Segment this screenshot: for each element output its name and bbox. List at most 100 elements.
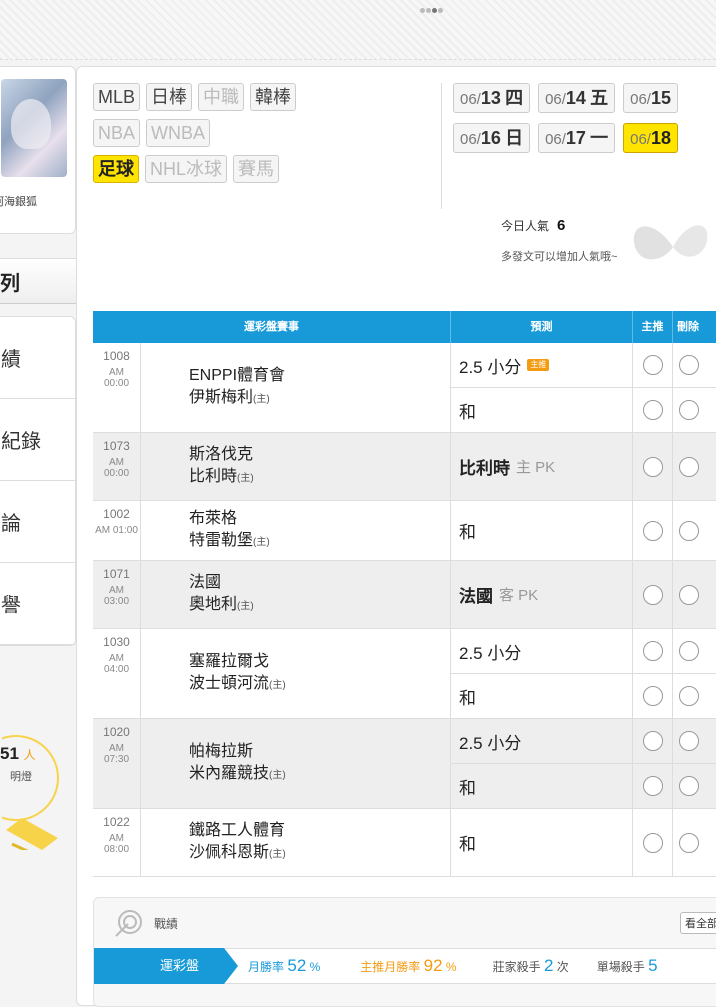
date-button[interactable]: 06/16 日 (453, 123, 531, 153)
date-button[interactable]: 06/17 一 (538, 123, 616, 153)
table-row: 1022 AM 08:00 鐵路工人體育 沙佩科恩斯(主) 和 (93, 809, 716, 877)
sidebar-item-2[interactable]: 紀錄 (0, 399, 75, 481)
date-selector: 06/13 四 06/14 五 06/15 06/16 日 06/17 一 06/18 (453, 83, 716, 163)
main-pick-radio[interactable] (642, 832, 663, 853)
prediction-text: 2.5 小分 (451, 719, 633, 763)
month-win-rate: 月勝率 52 % (248, 956, 321, 975)
stats-tab-lottery[interactable]: 運彩盤 (94, 948, 238, 984)
sport-row: 足球 NHL冰球 賽馬 (93, 155, 443, 183)
game-time: 1002 AM 01:00 (93, 501, 141, 560)
sport-button[interactable]: 足球 (93, 155, 139, 183)
header-event: 運彩盤賽事 (93, 311, 451, 343)
game-teams: 鐵路工人體育 沙佩科恩斯(主) (141, 809, 450, 876)
date-button[interactable]: 06/13 四 (453, 83, 531, 113)
delete-radio[interactable] (679, 456, 699, 477)
prediction-row: 和 (451, 674, 716, 718)
main-pick-radio[interactable] (642, 731, 663, 751)
team-away: 米內羅競技(主) (189, 764, 286, 782)
sport-button[interactable]: MLB (93, 83, 141, 111)
divider (441, 83, 442, 209)
game-teams: 帕梅拉斯 米內羅競技(主) (141, 719, 450, 808)
sport-button[interactable]: NHL冰球 (145, 155, 228, 183)
profile-card: 河海銀狐 (0, 66, 76, 234)
main-pick-radio[interactable] (642, 686, 663, 706)
date-row: 06/16 日 06/17 一 06/18 (453, 123, 716, 153)
prediction-text: 和 (451, 764, 633, 808)
team-home: 布萊格 (189, 509, 238, 527)
game-time: 1022 AM 08:00 (93, 809, 141, 876)
game-teams: 法國 奧地利(主) (141, 561, 450, 628)
sport-button[interactable]: NBA (93, 119, 141, 147)
popularity-box: 今日人氣 6 多發文可以增加人氣哦~ (501, 217, 617, 264)
main-pick-radio[interactable] (642, 355, 663, 375)
sidebar-menu: 績 紀錄 論 譽 (0, 316, 76, 646)
main-pick-radio[interactable] (642, 776, 663, 796)
delete-radio[interactable] (679, 400, 699, 420)
table-row: 1030 AM 04:00 塞羅拉爾戈 波士頓河流(主) 2.5 小分 和 (93, 629, 716, 719)
see-all-button[interactable]: 看全部 (680, 912, 716, 934)
team-away: 沙佩科恩斯(主) (189, 843, 286, 861)
prediction-text: 法國 客 PK (451, 561, 633, 628)
game-teams: 斯洛伐克 比利時(主) (141, 433, 450, 500)
table-row: 1073 AM 00:00 斯洛伐克 比利時(主) 比利時 主 PK (93, 433, 716, 501)
prediction-text: 和 (451, 501, 633, 560)
sport-button[interactable]: 韓棒 (250, 83, 297, 111)
sidebar-item-1[interactable]: 績 (0, 317, 75, 399)
sport-filter: MLB 日棒 中職 韓棒 NBA WNBA 足球 NHL冰球 賽馬 (93, 83, 443, 191)
delete-radio[interactable] (679, 686, 699, 706)
lamp-count: 51 人 (0, 744, 36, 763)
delete-radio[interactable] (679, 355, 699, 375)
main-pick-radio[interactable] (642, 456, 663, 477)
main-panel: MLB 日棒 中職 韓棒 NBA WNBA 足球 NHL冰球 賽馬 06/13 四 06/14 五… (76, 66, 716, 1007)
delete-radio[interactable] (679, 776, 699, 796)
header-delete: 刪除 (677, 321, 699, 333)
sport-row: MLB 日棒 中職 韓棒 (93, 83, 443, 111)
single-killer: 單場殺手 5 (596, 956, 658, 975)
top-decor-strip (0, 0, 716, 60)
stats-panel: 戰績 看全部 運彩盤 月勝率 52 % 主推月勝率 92 % 莊家殺手 2 次 … (93, 897, 716, 1007)
date-button[interactable]: 06/18 (623, 123, 679, 153)
lamp-text: 明燈 (10, 771, 32, 783)
date-button[interactable]: 06/14 五 (538, 83, 616, 113)
game-time: 1008 AM 00:00 (93, 343, 141, 432)
sport-button[interactable]: WNBA (146, 119, 211, 147)
delete-radio[interactable] (679, 520, 699, 541)
table-body: 1008 AM 00:00 ENPPI體育會 伊斯梅利(主) 2.5 小分 主推… (93, 343, 716, 877)
prediction-row: 法國 客 PK (451, 561, 716, 628)
game-teams: ENPPI體育會 伊斯梅利(主) (141, 343, 450, 432)
main-pick-radio[interactable] (642, 520, 663, 541)
section-title: 列 (0, 258, 76, 304)
banker-killer: 莊家殺手 2 次 (492, 956, 569, 975)
sidebar-item-3[interactable]: 論 (0, 481, 75, 563)
delete-radio[interactable] (679, 731, 699, 751)
team-home: 鐵路工人體育 (189, 821, 286, 839)
main-pick-radio[interactable] (642, 400, 663, 420)
date-button[interactable]: 06/15 (623, 83, 679, 113)
prediction-row: 2.5 小分 (451, 629, 716, 674)
prediction-row: 和 (451, 388, 716, 432)
team-home: ENPPI體育會 (189, 366, 286, 384)
game-time: 1071 AM 03:00 (93, 561, 141, 628)
prediction-row: 和 (451, 764, 716, 808)
main-pick-radio[interactable] (642, 641, 663, 661)
team-away: 波士頓河流(主) (189, 674, 286, 692)
sidebar-item-4[interactable]: 譽 (0, 563, 75, 645)
sport-button[interactable]: 賽馬 (233, 155, 280, 183)
prediction-text: 和 (451, 809, 633, 876)
header-prediction: 預測 (451, 311, 633, 343)
stats-bar: 運彩盤 月勝率 52 % 主推月勝率 92 % 莊家殺手 2 次 單場殺手 5 (94, 948, 716, 984)
sport-button[interactable]: 日棒 (146, 83, 193, 111)
game-teams: 塞羅拉爾戈 波士頓河流(主) (141, 629, 450, 718)
prediction-row: 2.5 小分 主推 (451, 343, 716, 388)
avatar[interactable] (1, 79, 67, 177)
table-row: 1071 AM 03:00 法國 奧地利(主) 法國 客 PK (93, 561, 716, 629)
sport-button[interactable]: 中職 (198, 83, 245, 111)
popularity-label: 今日人氣 (501, 219, 550, 233)
delete-radio[interactable] (679, 832, 699, 853)
prediction-text: 和 (451, 388, 633, 432)
game-time: 1030 AM 04:00 (93, 629, 141, 718)
delete-radio[interactable] (679, 641, 699, 661)
delete-radio[interactable] (679, 584, 699, 605)
main-pick-radio[interactable] (642, 584, 663, 605)
prediction-row: 比利時 主 PK (451, 433, 716, 500)
